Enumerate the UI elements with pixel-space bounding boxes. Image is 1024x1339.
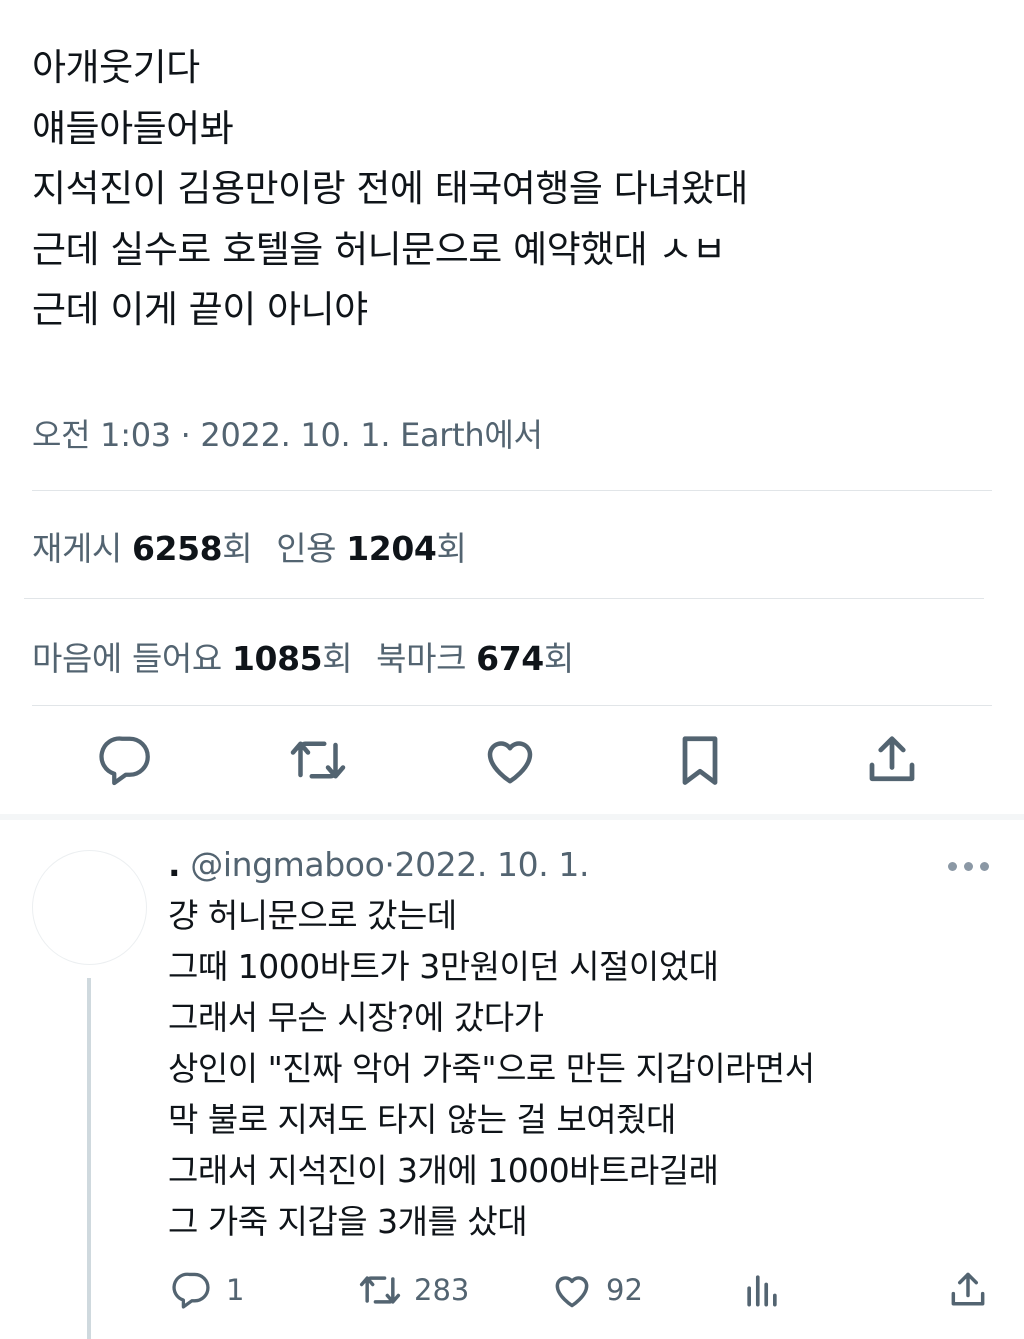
display-name[interactable]: . <box>168 845 181 884</box>
reply-reply-button[interactable]: 1 <box>170 1262 244 1318</box>
bookmarks-stat[interactable]: 북마크 674회 <box>376 639 574 678</box>
likes-stat[interactable]: 마음에 들어요 1085회 <box>32 639 353 678</box>
tweet-line: 지석진이 김용만이랑 전에 태국여행을 다녀왔대 <box>32 167 748 210</box>
reply-share-button[interactable] <box>946 1262 990 1318</box>
user-handle[interactable]: @ingmaboo <box>190 845 385 884</box>
tweet-line: 아개웃기다 <box>32 46 200 89</box>
retweet-button[interactable] <box>288 730 348 790</box>
reply-date[interactable]: 2022. 10. 1. <box>394 845 589 884</box>
more-dot-icon <box>964 862 973 871</box>
likes-count: 1085 <box>231 639 323 678</box>
share-icon <box>951 1272 985 1306</box>
tweet-detail-page: 아개웃기다 얘들아들어봐 지석진이 김용만이랑 전에 태국여행을 다녀왔대 근데… <box>0 0 1024 1339</box>
quotes-count: 1204 <box>346 529 437 568</box>
reply-line: 상인이 "진짜 악어 가죽"으로 만든 지갑이라면서 <box>168 1049 815 1088</box>
engagement-stats-row: 마음에 들어요 1085회 북마크 674회 <box>32 632 574 680</box>
reply-retweet-button[interactable]: 283 <box>358 1262 469 1318</box>
retweet-icon <box>290 741 346 779</box>
likes-label: 마음에 들어요 <box>32 639 222 678</box>
divider <box>24 598 984 599</box>
retweets-label: 재게시 <box>32 529 122 568</box>
reply-header: . @ingmaboo·2022. 10. 1. <box>168 845 589 884</box>
like-count: 92 <box>606 1273 643 1307</box>
like-icon <box>487 741 533 784</box>
share-button[interactable] <box>862 730 922 790</box>
more-dot-icon <box>948 862 957 871</box>
tweet-text: 아개웃기다 얘들아들어봐 지석진이 김용만이랑 전에 태국여행을 다녀왔대 근데… <box>32 38 992 341</box>
likes-unit: 회 <box>322 639 353 678</box>
analytics-icon <box>747 1275 777 1307</box>
section-separator <box>0 814 1024 820</box>
reply-line: 그 가죽 지갑을 3개를 샀대 <box>168 1202 528 1241</box>
retweets-count: 6258 <box>131 529 223 568</box>
reply-line: 그때 1000바트가 3만원이던 시절이었대 <box>168 947 719 986</box>
reply-like-button[interactable]: 92 <box>550 1262 643 1318</box>
share-stats-row: 재게시 6258회 인용 1204회 <box>32 522 467 570</box>
tweet-timestamp[interactable]: 오전 1:03 · 2022. 10. 1. Earth에서 <box>32 410 543 456</box>
reply-count: 1 <box>226 1273 245 1307</box>
divider <box>32 705 992 706</box>
reply-button[interactable] <box>96 730 156 790</box>
reply-line: 그래서 지석진이 3개에 1000바트라길래 <box>168 1151 719 1190</box>
retweet-count: 283 <box>414 1273 470 1307</box>
retweet-icon <box>359 1276 401 1304</box>
more-options-button[interactable] <box>948 860 990 874</box>
reply-line: 막 불로 지져도 타지 않는 걸 보여줬대 <box>168 1100 676 1139</box>
quotes-unit: 회 <box>436 529 467 568</box>
retweets-unit: 회 <box>222 529 253 568</box>
quotes-stat[interactable]: 인용 1204회 <box>276 529 467 568</box>
bookmark-button[interactable] <box>670 730 730 790</box>
tweet-line: 근데 이게 끝이 아니야 <box>32 288 368 331</box>
reply-text: 걍 허니문으로 갔는데 그때 1000바트가 3만원이던 시절이었대 그래서 무… <box>168 890 998 1247</box>
reply-line: 걍 허니문으로 갔는데 <box>168 896 457 935</box>
bookmarks-unit: 회 <box>543 639 574 678</box>
more-dot-icon <box>980 862 989 871</box>
avatar[interactable] <box>32 850 147 965</box>
reply-icon <box>99 736 150 786</box>
tweet-action-bar <box>0 730 1024 800</box>
retweets-stat[interactable]: 재게시 6258회 <box>32 529 253 568</box>
share-icon <box>869 736 915 782</box>
divider <box>32 490 992 491</box>
bookmarks-count: 674 <box>476 639 544 678</box>
bookmarks-label: 북마크 <box>376 639 467 678</box>
reply-icon <box>172 1272 210 1309</box>
reply-views-button[interactable] <box>740 1262 784 1318</box>
reply-action-bar: 1 283 92 <box>0 1262 1024 1318</box>
tweet-line: 얘들아들어봐 <box>32 106 234 150</box>
tweet-line: 근데 실수로 호텔을 허니문으로 예약했대 ㅅㅂ <box>32 227 726 271</box>
like-icon <box>555 1276 589 1308</box>
quotes-label: 인용 <box>276 529 337 568</box>
like-button[interactable] <box>480 730 540 790</box>
separator: · <box>384 845 395 884</box>
bookmark-icon <box>682 736 718 785</box>
reply-line: 그래서 무슨 시장?에 갔다가 <box>168 998 544 1037</box>
